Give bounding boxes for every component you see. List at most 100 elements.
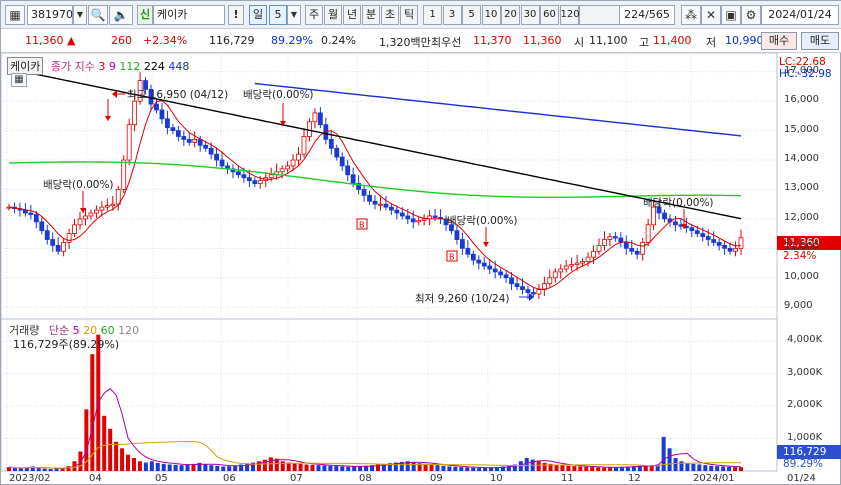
alert-button[interactable]: ! xyxy=(228,5,244,25)
interval-button-30[interactable]: 30 xyxy=(520,5,540,25)
gear-icon[interactable]: ⚙ xyxy=(741,5,761,25)
volume-bar xyxy=(483,467,488,471)
period-day-button[interactable]: 일 xyxy=(249,5,267,25)
interval-button-120[interactable]: 120 xyxy=(559,5,580,25)
period-button-5[interactable]: 틱 xyxy=(400,5,418,25)
volume-bar xyxy=(661,436,666,471)
candle-body xyxy=(203,144,209,149)
candle-body xyxy=(350,174,356,184)
candle-body xyxy=(498,271,504,276)
candle-body xyxy=(214,153,219,161)
candle-body xyxy=(662,212,667,220)
period-button-2[interactable]: 년 xyxy=(343,5,361,25)
interval-select[interactable] xyxy=(579,5,623,25)
legend-ma448: 448 xyxy=(168,60,190,73)
candle-body xyxy=(39,221,45,232)
candle-body xyxy=(296,153,301,161)
price-tick: 11,000 xyxy=(784,241,819,253)
bid-price: 11,360 xyxy=(523,34,562,47)
volume-bar xyxy=(227,466,232,471)
price-change-pct: +2.34% xyxy=(143,34,188,47)
volume-bar xyxy=(691,463,696,471)
interval-button-10[interactable]: 10 xyxy=(481,5,501,25)
volume-bar xyxy=(453,466,458,471)
volume-bar xyxy=(441,465,446,471)
crosshair-icon[interactable]: ✕ xyxy=(701,5,721,25)
period-button-3[interactable]: 분 xyxy=(362,5,380,25)
window-icon[interactable]: ▦ xyxy=(5,5,25,25)
volume-bar xyxy=(685,462,690,471)
candle-body xyxy=(328,139,334,149)
candle-body xyxy=(55,245,61,252)
candle-body xyxy=(460,239,465,249)
grid-settings-icon[interactable]: ⁂ xyxy=(681,5,701,25)
volume-bar xyxy=(584,466,589,471)
volume-bar xyxy=(542,462,547,471)
volume-bar xyxy=(596,467,601,471)
candle-body xyxy=(563,265,569,270)
volume-bar xyxy=(411,462,416,471)
candle-body xyxy=(132,100,138,126)
interval-button-3[interactable]: 3 xyxy=(442,5,462,25)
date-field[interactable]: 2024/01/24 xyxy=(761,5,839,25)
chart-window: ▦ 381970 ▼ 🔍 🔈 신 케이카 ! 일 5 ▼ 주월년분초틱 1351… xyxy=(0,0,841,485)
interval-button-1[interactable]: 1 xyxy=(423,5,442,25)
legend-ma112: 112 xyxy=(119,60,141,73)
candle-body xyxy=(470,253,476,261)
price-volume-chart[interactable]: BB xyxy=(1,53,841,485)
candle-body xyxy=(738,237,744,249)
candle-body xyxy=(574,262,580,265)
stock-name-field[interactable]: 케이카 xyxy=(153,5,225,25)
volume-bar xyxy=(179,465,184,471)
interval-button-60[interactable]: 60 xyxy=(540,5,559,25)
period-button-0[interactable]: 주 xyxy=(305,5,323,25)
volume-ratio: 89.29% xyxy=(271,34,313,47)
price-tick: 9,000 xyxy=(784,300,813,312)
candle-body xyxy=(175,130,181,137)
code-dropdown-icon[interactable]: ▼ xyxy=(73,5,87,25)
save-icon[interactable]: ▣ xyxy=(721,5,741,25)
volume-bar xyxy=(114,441,119,471)
period-count-field[interactable]: 5 xyxy=(269,5,287,25)
volume-bar xyxy=(721,466,726,471)
volume-bar xyxy=(447,466,452,471)
open-label: 시 xyxy=(574,36,585,49)
candle-body xyxy=(591,250,596,258)
interval-button-20[interactable]: 20 xyxy=(501,5,520,25)
volume-bar xyxy=(149,461,154,471)
period-button-4[interactable]: 초 xyxy=(381,5,399,25)
low-annotation: 최저 9,260 (10/24) xyxy=(415,293,510,305)
interval-button-5[interactable]: 5 xyxy=(462,5,481,25)
sell-button[interactable]: 매도 xyxy=(801,32,839,50)
table-icon[interactable]: ▦ xyxy=(11,73,27,87)
buyback-marker-label: B xyxy=(449,253,455,262)
search-icon[interactable]: 🔍 xyxy=(88,5,108,25)
candle-body xyxy=(705,236,711,240)
speaker-icon[interactable]: 🔈 xyxy=(109,5,133,25)
open-price: 11,100 xyxy=(589,34,628,47)
legend-ma9: 9 xyxy=(108,60,116,73)
time-tick: 12 xyxy=(628,473,641,484)
ask-price: 11,370 xyxy=(473,34,512,47)
time-tick: 10 xyxy=(490,473,503,484)
period-button-1[interactable]: 월 xyxy=(324,5,342,25)
candle-body xyxy=(77,218,83,226)
period-dropdown-icon[interactable]: ▼ xyxy=(287,5,301,25)
volume-tick: 4,000K xyxy=(787,334,823,346)
volume-bar xyxy=(161,463,166,471)
candle-body xyxy=(339,156,345,167)
buy-button[interactable]: 매수 xyxy=(761,32,797,50)
volume-bar xyxy=(102,415,107,471)
candle-body xyxy=(629,247,635,252)
stock-code-input[interactable]: 381970 xyxy=(27,5,73,25)
candle-body xyxy=(66,233,72,243)
quote-bar: 11,360 ▲ 260 +2.34% 116,729 89.29% 0.24%… xyxy=(1,29,841,53)
time-tick: 09 xyxy=(430,473,443,484)
candle-body xyxy=(378,203,383,206)
volume-bar xyxy=(108,428,113,471)
volume-bar xyxy=(185,464,190,471)
volume-bar xyxy=(155,462,160,471)
dividend-annotation-1: 배당락(0.00%) xyxy=(243,89,314,101)
volume-bar xyxy=(524,458,529,471)
volume-bar xyxy=(435,465,440,471)
